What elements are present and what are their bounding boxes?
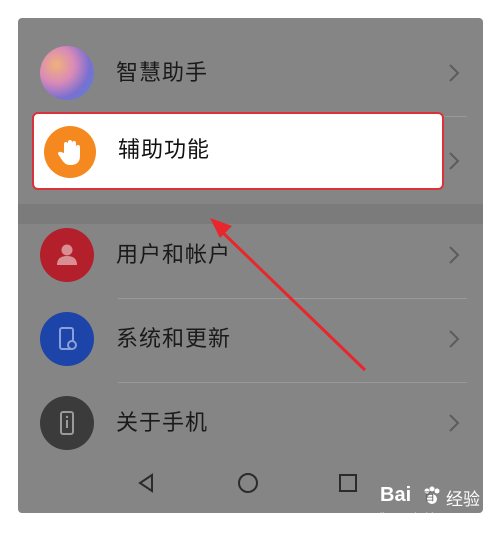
- settings-item-label: 用户和帐户: [116, 243, 232, 268]
- settings-item-system-updates[interactable]: 系统和更新: [18, 298, 483, 382]
- watermark-brand-cn: 百: [424, 491, 435, 503]
- phone-settings-icon: [40, 312, 94, 366]
- watermark-brand: Bai: [380, 484, 412, 506]
- settings-item-label: 辅助功能: [118, 138, 211, 163]
- settings-item-users-accounts[interactable]: 用户和帐户: [18, 214, 483, 298]
- chevron-right-icon: [449, 64, 460, 82]
- watermark-url: jingyan.baidu.com: [380, 512, 461, 523]
- chevron-right-icon: [449, 414, 460, 432]
- chevron-right-icon: [449, 246, 460, 264]
- user-icon: [40, 228, 94, 282]
- circle-home-icon[interactable]: [232, 467, 264, 499]
- phone-info-icon: [40, 396, 94, 450]
- square-recents-icon[interactable]: [332, 467, 364, 499]
- triangle-back-icon[interactable]: [130, 467, 162, 499]
- assistant-gradient-icon: [40, 46, 94, 100]
- settings-item-label: 智慧助手: [116, 61, 209, 86]
- chevron-right-icon: [449, 152, 460, 170]
- baidu-watermark: Bai 百 经验 jingyan.baidu.com: [376, 478, 496, 528]
- settings-item-accessibility[interactable]: 辅助功能: [32, 112, 444, 190]
- hand-icon: [44, 126, 96, 178]
- settings-item-label: 系统和更新: [116, 327, 232, 352]
- settings-screen: 智慧助手 用户和帐户 系统和更新 关于手机: [18, 18, 483, 513]
- watermark-jingyan: 经验: [446, 490, 480, 509]
- chevron-right-icon: [449, 330, 460, 348]
- settings-item-smart-assistant[interactable]: 智慧助手: [18, 32, 483, 116]
